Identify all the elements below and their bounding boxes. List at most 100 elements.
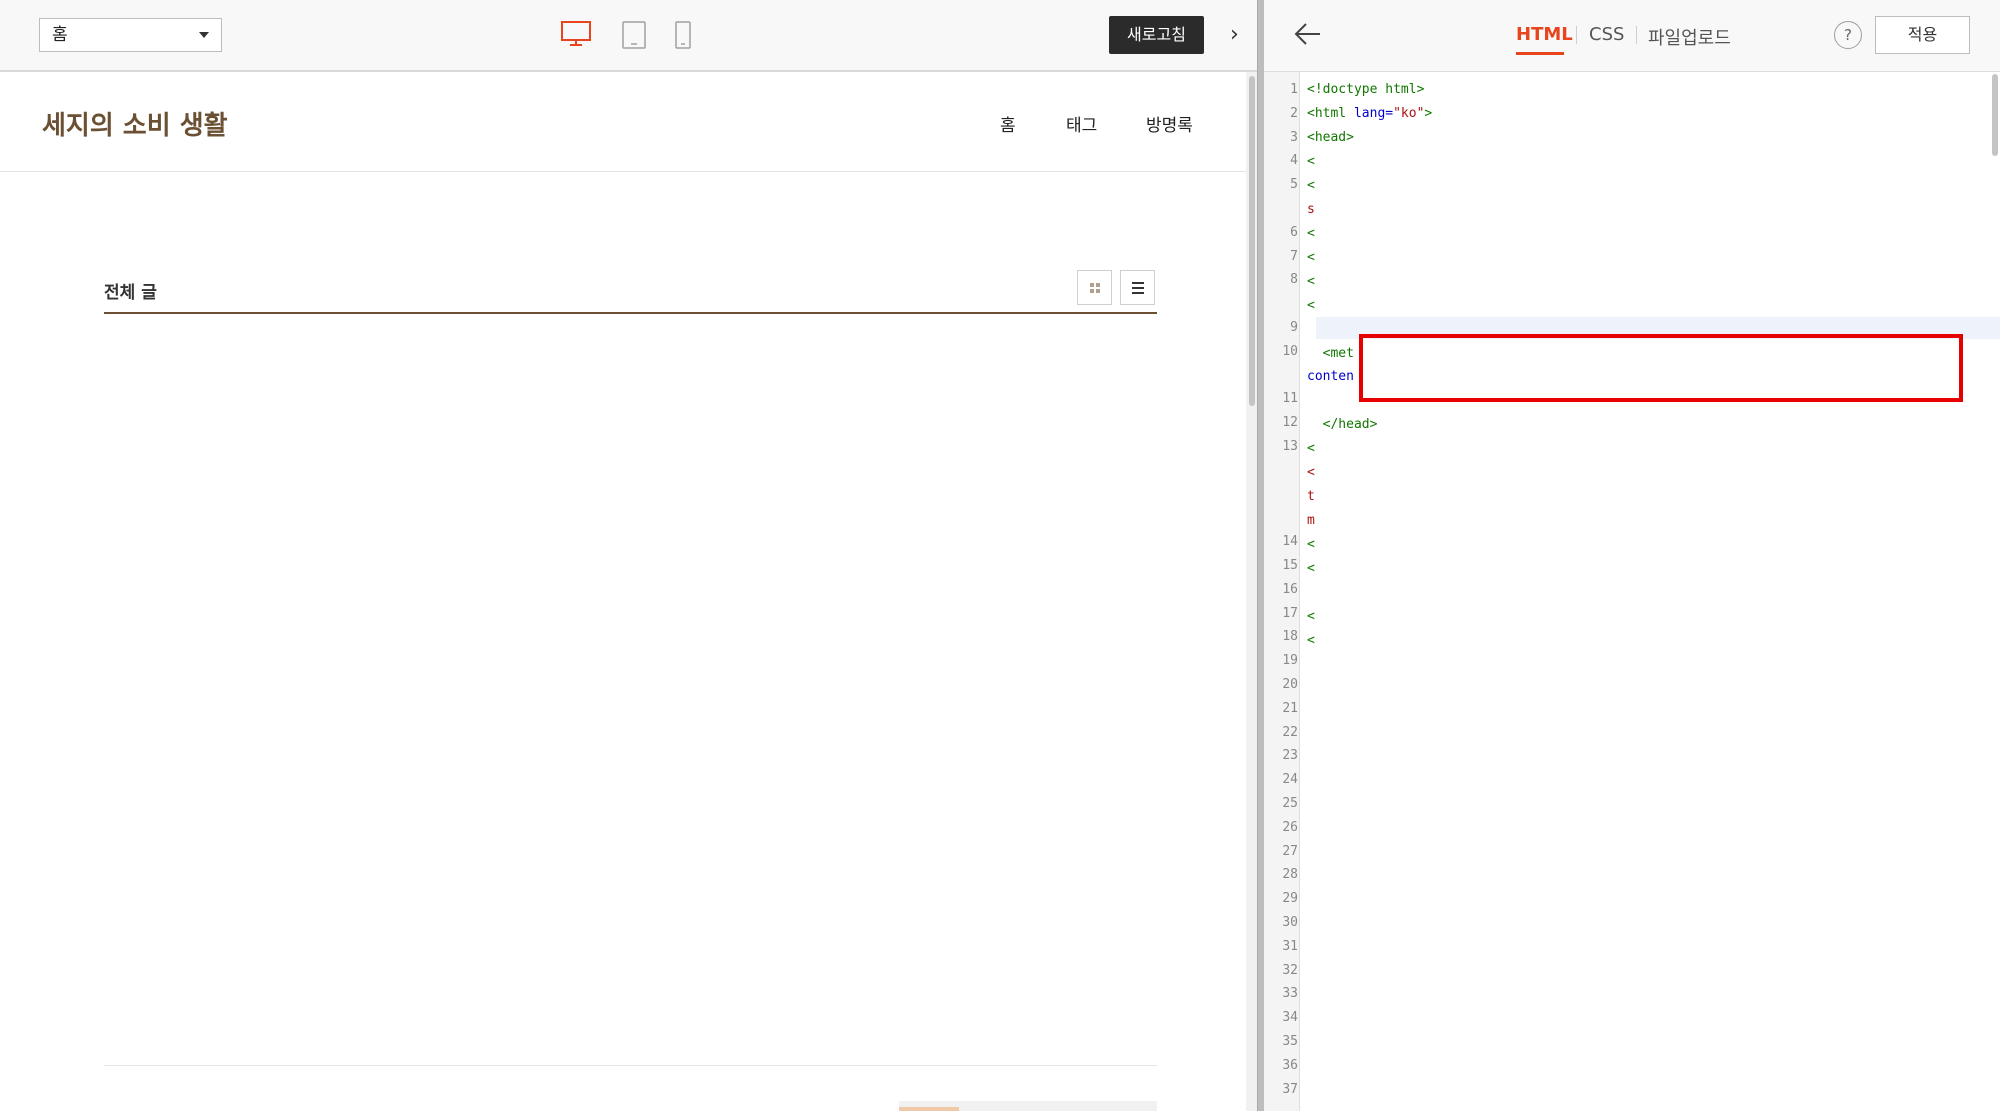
line-number: 15 <box>1282 558 1298 573</box>
code-line: < <box>1307 250 1315 265</box>
code-line: <html lang="ko"> <box>1307 106 1432 121</box>
nav-home[interactable]: 홈 <box>1000 111 1016 136</box>
code-line: <head> <box>1307 130 1354 145</box>
line-number: 10 <box>1282 343 1298 359</box>
editor-scrollbar-thumb[interactable] <box>1992 74 1998 156</box>
code-line: m <box>1307 513 1315 528</box>
line-number: 19 <box>1282 653 1298 669</box>
line-number: 12 <box>1282 415 1298 431</box>
back-arrow-icon[interactable] <box>1294 22 1322 50</box>
tab-separator <box>1636 26 1637 44</box>
line-number: 32 <box>1282 962 1298 978</box>
grid-icon <box>1090 283 1100 293</box>
line-number: 31 <box>1282 938 1298 954</box>
line-number: 25 <box>1282 796 1298 811</box>
code-line: s <box>1307 202 1315 217</box>
line-number: 4 <box>1290 153 1298 169</box>
line-number: 13 <box>1282 439 1298 454</box>
preview-scrollbar-thumb[interactable] <box>1249 76 1255 406</box>
editor-toolbar: HTML CSS 파일업로드 ? 적용 <box>1264 0 2000 72</box>
line-number: 14 <box>1282 534 1298 550</box>
editor-pane: HTML CSS 파일업로드 ? 적용 1 2 3 4 5 6 7 8 9 10 11 12 13 14 1… <box>1264 0 2000 1111</box>
line-number: 20 <box>1282 677 1298 692</box>
tab-separator <box>1576 26 1577 44</box>
line-number: 37 <box>1282 1081 1298 1097</box>
blog-title[interactable]: 세지의 소비 생활 <box>42 105 228 142</box>
list-view-button[interactable] <box>1120 270 1155 305</box>
preview-pane: 홈 새로고침 › 세지의 소비 생활 홈 태그 방명록 전체 글 <box>0 0 1257 1111</box>
code-line: < <box>1307 561 1315 576</box>
tab-html[interactable]: HTML <box>1516 24 1573 45</box>
code-line: </head> <box>1307 417 1378 432</box>
apply-button[interactable]: 적용 <box>1875 16 1970 54</box>
code-line: < <box>1307 633 1315 648</box>
tab-css[interactable]: CSS <box>1589 24 1624 45</box>
line-number: 29 <box>1282 891 1298 907</box>
refresh-button[interactable]: 새로고침 <box>1109 16 1204 54</box>
line-number: 1 <box>1290 82 1298 97</box>
page-select[interactable]: 홈 <box>39 18 222 52</box>
tab-file-upload[interactable]: 파일업로드 <box>1648 24 1731 50</box>
code-line: < <box>1307 154 1315 169</box>
line-number: 24 <box>1282 772 1298 788</box>
line-number: 17 <box>1282 605 1298 621</box>
page-select-value: 홈 <box>52 25 68 45</box>
grid-view-button[interactable] <box>1077 270 1112 305</box>
help-button[interactable]: ? <box>1834 21 1862 49</box>
nav-tag[interactable]: 태그 <box>1066 111 1097 136</box>
line-number: 21 <box>1282 700 1298 716</box>
code-line: conten <box>1307 369 1354 384</box>
preview-toolbar: 홈 새로고침 › <box>0 0 1257 72</box>
line-number: 11 <box>1282 391 1298 407</box>
chevron-right-icon[interactable]: › <box>1230 22 1239 48</box>
tab-html-underline <box>1516 52 1564 55</box>
line-number-gutter: 1 2 3 4 5 6 7 8 9 10 11 12 13 14 15 16 17 18 19 20 21 22 23 24 2… <box>1264 72 1300 1111</box>
line-number: 28 <box>1282 867 1298 883</box>
bottom-bar-accent <box>899 1107 959 1111</box>
code-line: t <box>1307 489 1315 504</box>
code-line: < <box>1307 178 1315 193</box>
line-number: 3 <box>1290 129 1298 145</box>
line-number: 22 <box>1282 724 1298 740</box>
line-number: 18 <box>1282 629 1298 645</box>
line-number: 5 <box>1290 177 1298 193</box>
highlight-box <box>1359 334 1963 402</box>
line-number: 2 <box>1290 105 1298 121</box>
code-line: < <box>1307 226 1315 241</box>
code-line: < <box>1307 441 1315 456</box>
list-icon <box>1132 282 1144 294</box>
line-number: 23 <box>1282 748 1298 764</box>
line-number: 6 <box>1290 224 1298 240</box>
code-token: <head> <box>1307 130 1354 145</box>
code-line: < <box>1307 298 1315 313</box>
blog-header: 세지의 소비 생활 홈 태그 방명록 <box>0 72 1246 172</box>
code-token: > <box>1424 106 1433 121</box>
code-line: < <box>1307 274 1315 289</box>
code-line: < <box>1307 465 1315 480</box>
code-line: < <box>1307 537 1315 552</box>
mobile-icon[interactable] <box>675 21 691 53</box>
line-number: 35 <box>1282 1034 1298 1049</box>
code-line: < <box>1307 609 1315 624</box>
line-number: 33 <box>1282 986 1298 1002</box>
line-number: 30 <box>1282 915 1298 930</box>
tablet-icon[interactable] <box>622 21 646 53</box>
code-line: <!doctype html> <box>1307 82 1424 97</box>
code-token: <!doctype html> <box>1307 82 1425 97</box>
code-token: lang= <box>1353 106 1394 121</box>
line-number: 9 <box>1290 320 1298 335</box>
code-line: <met <box>1307 346 1354 361</box>
desktop-icon[interactable] <box>561 21 591 51</box>
line-number: 36 <box>1282 1057 1298 1073</box>
chevron-down-icon <box>199 32 209 38</box>
footer-divider <box>104 1065 1157 1066</box>
nav-guestbook[interactable]: 방명록 <box>1146 111 1193 136</box>
line-number: 27 <box>1282 843 1298 859</box>
line-number: 34 <box>1282 1010 1298 1026</box>
pane-divider[interactable] <box>1257 0 1264 1111</box>
line-number: 26 <box>1282 819 1298 835</box>
line-number: 8 <box>1290 272 1298 288</box>
line-number: 16 <box>1282 581 1298 597</box>
code-token: <html <box>1307 106 1354 121</box>
line-number: 7 <box>1290 248 1298 264</box>
